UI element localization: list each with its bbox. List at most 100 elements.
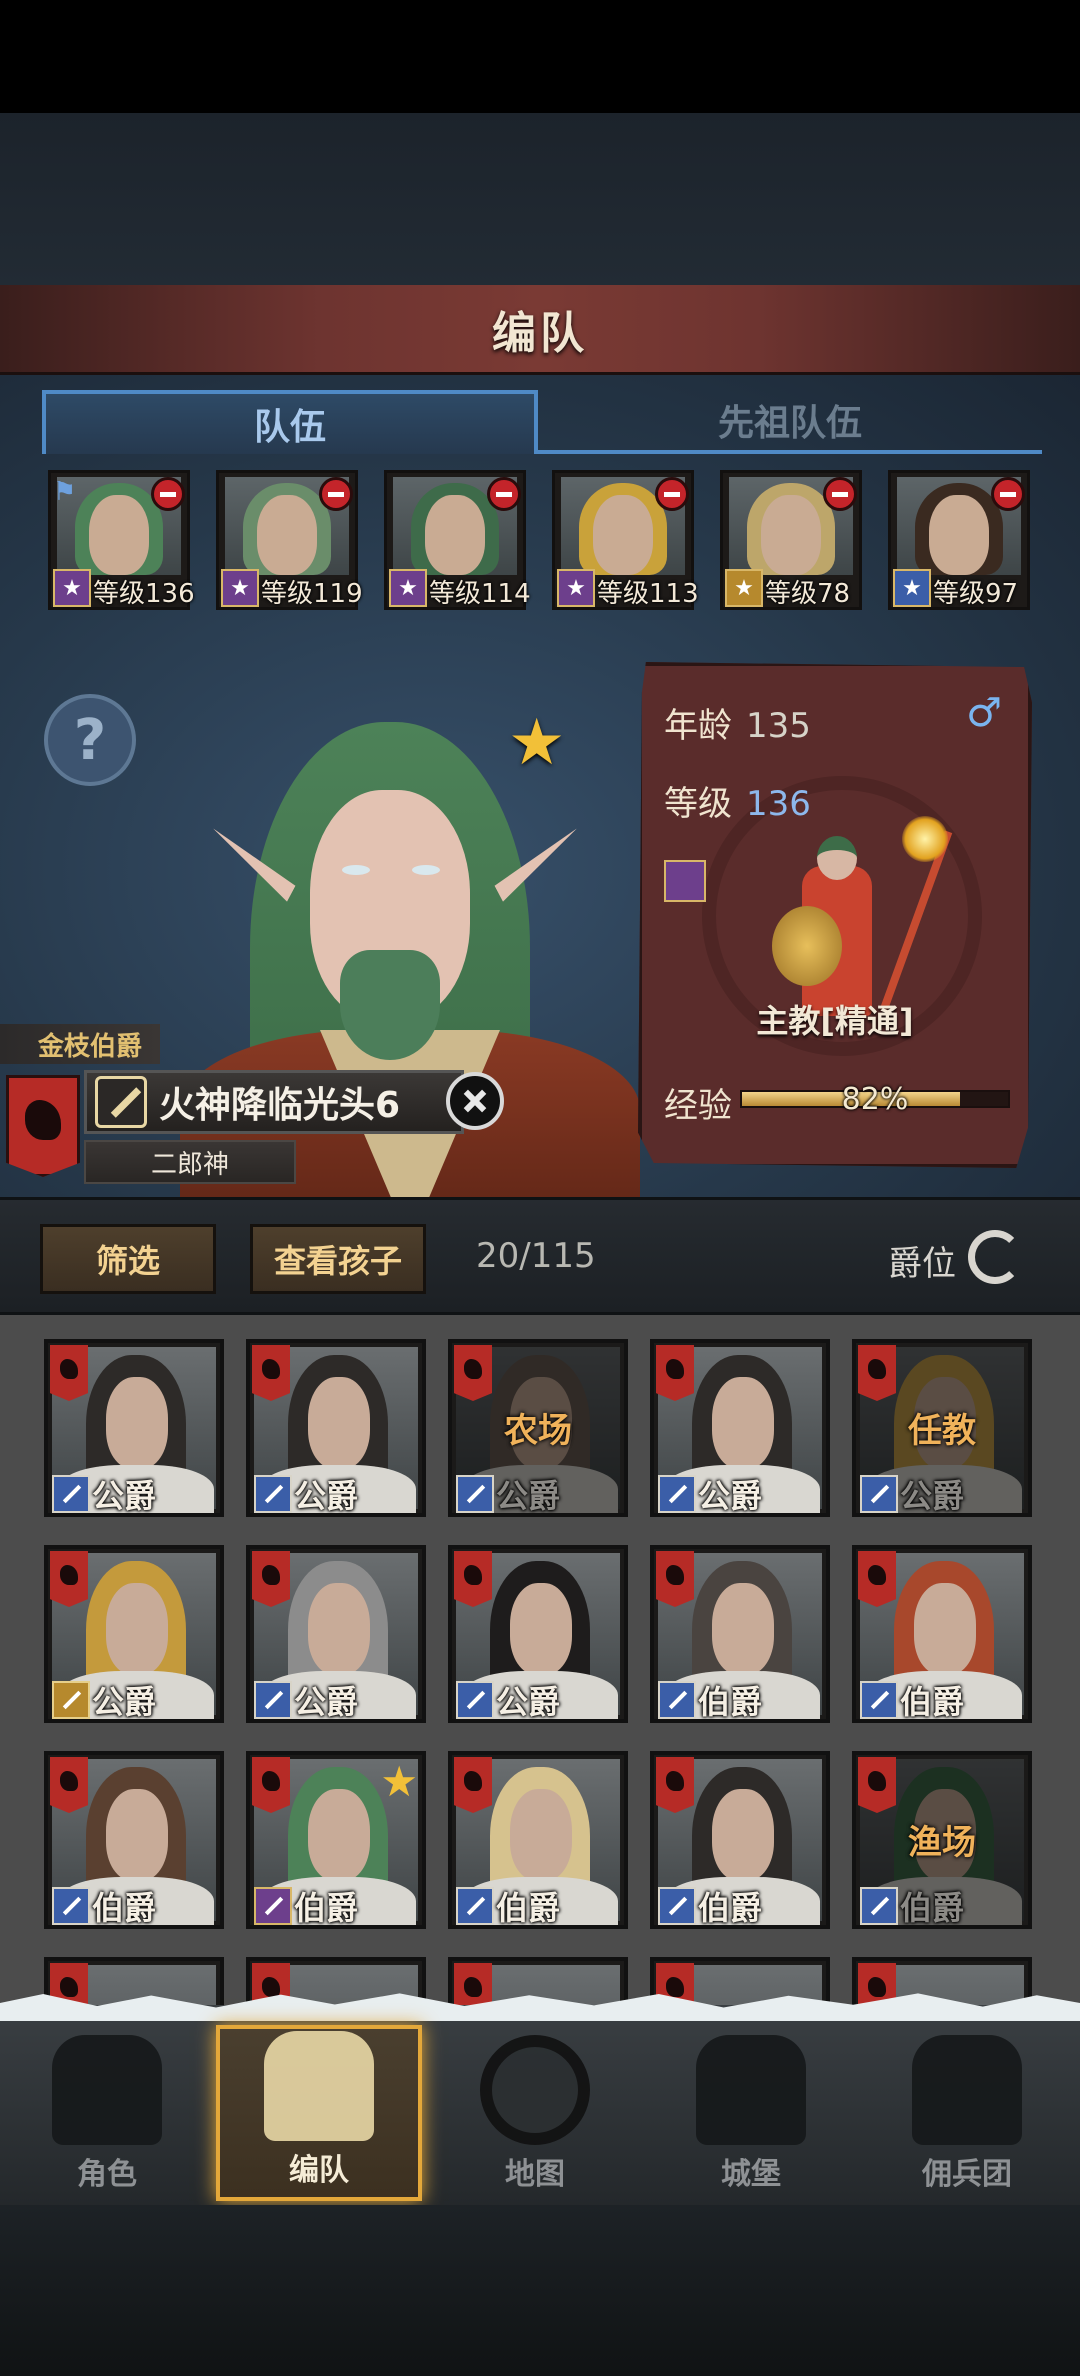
nav-helmet[interactable]: 编队 xyxy=(216,2025,422,2201)
remove-member-button[interactable] xyxy=(319,477,353,511)
sort-refresh-icon[interactable] xyxy=(968,1230,1022,1284)
remove-member-button[interactable] xyxy=(823,477,857,511)
wolf-banner-icon xyxy=(454,1345,492,1401)
card-rank: 伯爵 xyxy=(496,1889,561,1927)
card-face xyxy=(712,1377,774,1469)
class-badge-icon: ★ xyxy=(557,569,595,607)
class-badge-icon xyxy=(254,1887,292,1925)
tab-team[interactable]: 队伍 xyxy=(42,390,538,454)
hero-card[interactable]: 公爵 xyxy=(448,1545,628,1723)
team-slot[interactable]: ★ 等级78 xyxy=(720,470,862,610)
page-title: 编队 xyxy=(492,307,588,359)
hero-name-plate[interactable]: 火神降临光头6 xyxy=(84,1070,464,1134)
nav-label: 佣兵团 xyxy=(922,2157,1012,2192)
card-face xyxy=(510,1583,572,1675)
wolf-banner-icon xyxy=(50,1345,88,1401)
sort-label[interactable]: 爵位 xyxy=(888,1236,956,1285)
hero-card[interactable]: 公爵 xyxy=(44,1339,224,1517)
card-rank: 伯爵 xyxy=(698,1889,763,1927)
tab-ancestor-team[interactable]: 先祖队伍 xyxy=(538,390,1042,454)
class-name: 主教[精通] xyxy=(756,1002,914,1040)
hero-eye-right xyxy=(412,865,440,875)
slot-face xyxy=(593,495,653,575)
wolf-banner-icon xyxy=(454,1551,492,1607)
class-badge-icon: ★ xyxy=(53,569,91,607)
castle-icon xyxy=(696,2035,806,2145)
roster-grid: 公爵 公爵 农场 公爵 公爵 任教 公爵 公爵 公爵 公爵 伯爵 伯爵 伯爵 ★ 伯爵 伯爵 伯爵 渔场 伯爵 xyxy=(0,1315,1080,2015)
hero-card[interactable]: 农场 公爵 xyxy=(448,1339,628,1517)
class-badge-icon xyxy=(860,1681,898,1719)
wolf-banner-icon xyxy=(858,1345,896,1401)
remove-hero-button[interactable] xyxy=(446,1072,504,1130)
card-face xyxy=(308,1583,370,1675)
nav-knight[interactable]: 角色 xyxy=(4,2025,210,2201)
team-slot[interactable]: ⚑ ★ 等级136 xyxy=(48,470,195,610)
card-rank: 公爵 xyxy=(496,1683,561,1721)
slot-level: 等级119 xyxy=(261,579,363,609)
team-slot[interactable]: ★ 等级114 xyxy=(384,470,531,610)
favorite-star-icon: ★ xyxy=(380,1757,418,1806)
class-badge-icon xyxy=(658,1475,696,1513)
hero-card[interactable]: 公爵 xyxy=(650,1339,830,1517)
class-badge-icon[interactable] xyxy=(664,860,706,902)
remove-member-button[interactable] xyxy=(151,477,185,511)
hero-card[interactable]: 伯爵 xyxy=(650,1545,830,1723)
wolf-banner-icon xyxy=(454,1757,492,1813)
hero-card[interactable]: 公爵 xyxy=(246,1545,426,1723)
team-slot[interactable]: ★ 等级97 xyxy=(888,470,1030,610)
help-button[interactable]: ? xyxy=(44,694,136,786)
wolf-banner-icon xyxy=(252,1551,290,1607)
mercenary-icon xyxy=(912,2035,1022,2145)
view-children-button[interactable]: 查看孩子 xyxy=(250,1224,426,1294)
class-badge-icon: ★ xyxy=(221,569,259,607)
card-rank: 公爵 xyxy=(496,1477,561,1515)
team-tabs: 队伍 先祖队伍 xyxy=(42,390,1042,454)
nav-compass-map[interactable]: 地图 xyxy=(432,2025,638,2201)
leader-flag-icon: ⚑ xyxy=(53,477,77,507)
bishop-figure xyxy=(762,816,953,1026)
hero-card[interactable]: 伯爵 xyxy=(44,1751,224,1929)
slot-face xyxy=(425,495,485,575)
favorite-star-icon[interactable]: ★ xyxy=(508,706,565,780)
class-badge-icon xyxy=(52,1475,90,1513)
team-slot[interactable]: ★ 等级119 xyxy=(216,470,363,610)
hero-eye-left xyxy=(342,865,370,875)
nav-castle[interactable]: 城堡 xyxy=(648,2025,854,2201)
age-label: 年龄 xyxy=(664,706,732,746)
slot-level: 等级136 xyxy=(93,579,195,609)
hero-card[interactable]: 伯爵 xyxy=(650,1751,830,1929)
hero-card[interactable]: 伯爵 xyxy=(852,1545,1032,1723)
nav-label: 城堡 xyxy=(721,2157,781,2192)
remove-member-button[interactable] xyxy=(655,477,689,511)
wolf-banner-icon xyxy=(252,1345,290,1401)
knight-icon xyxy=(52,2035,162,2145)
hero-card[interactable]: 公爵 xyxy=(44,1545,224,1723)
card-rank: 伯爵 xyxy=(92,1889,157,1927)
noble-title: 金枝伯爵 xyxy=(0,1024,160,1064)
hero-card[interactable]: 任教 公爵 xyxy=(852,1339,1032,1517)
hero-card[interactable]: 渔场 伯爵 xyxy=(852,1751,1032,1929)
edit-name-icon[interactable] xyxy=(95,1076,147,1128)
card-face xyxy=(106,1583,168,1675)
helmet-icon xyxy=(264,2031,374,2141)
exp-label: 经验 xyxy=(664,1086,732,1126)
team-slot[interactable]: ★ 等级113 xyxy=(552,470,699,610)
filter-button[interactable]: 筛选 xyxy=(40,1224,216,1294)
card-rank: 公爵 xyxy=(294,1683,359,1721)
wolf-banner-icon xyxy=(858,1757,896,1813)
remove-member-button[interactable] xyxy=(487,477,521,511)
nav-label: 地图 xyxy=(505,2157,565,2192)
hero-card[interactable]: ★ 伯爵 xyxy=(246,1751,426,1929)
staff-orb xyxy=(902,816,948,862)
class-badge-icon xyxy=(456,1475,494,1513)
nav-mercenary[interactable]: 佣兵团 xyxy=(864,2025,1070,2201)
card-rank: 公爵 xyxy=(900,1477,965,1515)
level-label: 等级 xyxy=(664,784,732,824)
card-face xyxy=(914,1583,976,1675)
remove-member-button[interactable] xyxy=(991,477,1025,511)
bishop-head xyxy=(817,836,857,880)
hero-card[interactable]: 伯爵 xyxy=(448,1751,628,1929)
wolf-banner-icon xyxy=(50,1551,88,1607)
hero-card[interactable]: 公爵 xyxy=(246,1339,426,1517)
wolf-banner-icon xyxy=(656,1757,694,1813)
